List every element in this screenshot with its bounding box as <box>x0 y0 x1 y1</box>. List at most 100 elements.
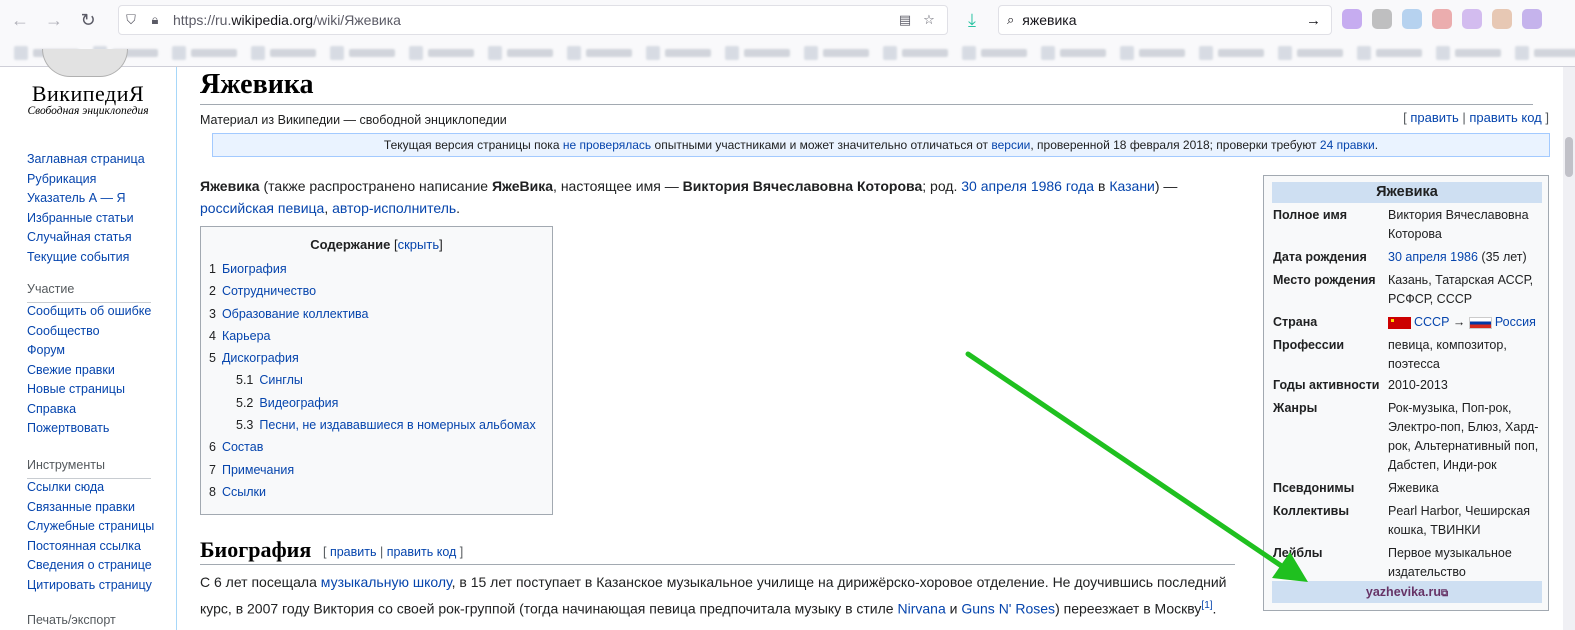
extension-icon[interactable] <box>1402 9 1422 29</box>
bookmark-item[interactable] <box>1120 46 1185 60</box>
bookmark-item[interactable] <box>567 46 632 60</box>
toc-label[interactable]: Дискография <box>222 351 299 365</box>
address-bar[interactable]: ⛉ 🔒︎ https://ru.wikipedia.org/wiki/Яжеви… <box>118 5 948 35</box>
bookmark-item[interactable] <box>725 46 790 60</box>
toc-item[interactable]: 1 Биография <box>201 258 552 280</box>
extension-icon[interactable] <box>1492 9 1512 29</box>
toc-label[interactable]: Примечания <box>222 463 294 477</box>
toc-item[interactable]: 8 Ссылки <box>201 481 552 503</box>
lock-icon[interactable]: 🔒︎ <box>143 12 167 28</box>
extension-icon[interactable] <box>1342 9 1362 29</box>
nav-item[interactable]: Сведения о странице <box>27 556 154 576</box>
search-input[interactable]: яжевика <box>1022 12 1306 28</box>
search-bar[interactable]: ⌕ яжевика → <box>998 5 1332 35</box>
toc-item[interactable]: 6 Состав <box>201 436 552 458</box>
music-school-link[interactable]: музыкальную школу <box>321 574 452 590</box>
birth-year-link[interactable]: 1986 года <box>1031 178 1094 194</box>
toc-label[interactable]: Образование коллектива <box>222 307 369 321</box>
reference-link[interactable]: [1] <box>1201 600 1212 611</box>
toc-item[interactable]: 7 Примечания <box>201 459 552 481</box>
songwriter-link[interactable]: автор-исполнитель <box>332 200 456 216</box>
toc-item[interactable]: 3 Образование коллектива <box>201 303 552 325</box>
nav-item[interactable]: Рубрикация <box>27 170 145 190</box>
guns-n-roses-link[interactable]: Guns N' Roses <box>961 601 1055 617</box>
bookmark-item[interactable] <box>646 46 711 60</box>
nirvana-link[interactable]: Nirvana <box>897 601 945 617</box>
nav-heading[interactable]: Печать/экспорт <box>27 613 116 627</box>
toc-item[interactable]: 5 Дискография <box>201 347 552 369</box>
reader-view-icon[interactable]: ▤ <box>893 12 917 28</box>
toc-item[interactable]: 5.2 Видеография <box>201 392 552 414</box>
toc-label[interactable]: Песни, не издававшиеся в номерных альбом… <box>259 418 535 432</box>
bookmark-item[interactable] <box>804 46 869 60</box>
birth-date-link[interactable]: 30 апреля <box>961 178 1027 194</box>
nav-item[interactable]: Заглавная страница <box>27 150 145 170</box>
go-arrow-icon[interactable]: → <box>1306 12 1321 29</box>
section-edit-link[interactable]: править <box>330 545 377 559</box>
nav-item[interactable]: Форум <box>27 341 151 361</box>
official-website-link[interactable]: yazhevika.ru <box>1366 585 1441 599</box>
version-link[interactable]: версии <box>991 138 1030 152</box>
extension-icon[interactable] <box>1372 9 1392 29</box>
nav-item[interactable]: Сообщить об ошибке <box>27 302 151 322</box>
infobox-value[interactable]: певица, композитор, поэтесса <box>1388 336 1548 374</box>
bookmark-item[interactable] <box>962 46 1027 60</box>
nav-item[interactable]: Сообщество <box>27 322 151 342</box>
russia-link[interactable]: Россия <box>1495 315 1536 329</box>
toc-label[interactable]: Состав <box>222 440 263 454</box>
toc-label[interactable]: Синглы <box>259 373 302 387</box>
toc-label[interactable]: Карьера <box>222 329 271 343</box>
ussr-link[interactable]: СССР <box>1414 315 1449 329</box>
extension-icon[interactable] <box>1432 9 1452 29</box>
bookmark-item[interactable] <box>488 46 553 60</box>
nav-item[interactable]: Новые страницы <box>27 380 151 400</box>
extension-icon[interactable] <box>1522 9 1542 29</box>
bookmark-item[interactable] <box>883 46 948 60</box>
scrollbar[interactable] <box>1563 67 1575 630</box>
pending-edits-link[interactable]: 24 правки <box>1320 138 1375 152</box>
infobox-value[interactable]: Рок-музыка, Поп-рок, Электро-поп, Блюз, … <box>1388 399 1548 475</box>
birth-date-link[interactable]: 30 апреля 1986 <box>1388 250 1478 264</box>
reload-icon[interactable]: ↻ <box>74 6 102 34</box>
toc-label[interactable]: Ссылки <box>222 485 266 499</box>
forward-arrow-icon[interactable]: → <box>40 6 68 34</box>
toc-label[interactable]: Биография <box>222 262 287 276</box>
singer-link[interactable]: российская певица <box>200 200 324 216</box>
unreviewed-link[interactable]: не проверялась <box>563 138 651 152</box>
toc-item[interactable]: 4 Карьера <box>201 325 552 347</box>
bookmark-item[interactable] <box>1436 46 1501 60</box>
toc-label[interactable]: Сотрудничество <box>222 284 316 298</box>
bookmark-item[interactable] <box>1357 46 1422 60</box>
infobox-value[interactable]: 2010-2013 <box>1388 376 1548 395</box>
edit-code-link[interactable]: править код <box>1469 110 1541 125</box>
extension-icon[interactable] <box>1462 9 1482 29</box>
section-edit-code-link[interactable]: править код <box>387 545 457 559</box>
nav-item[interactable]: Постоянная ссылка <box>27 537 154 557</box>
bookmark-item[interactable] <box>172 46 237 60</box>
infobox-value[interactable]: Казань, Татарская АССР, РСФСР, СССР <box>1388 271 1548 309</box>
toc-item[interactable]: 5.3 Песни, не издававшиеся в номерных аль… <box>201 414 552 436</box>
bookmark-item[interactable] <box>1515 46 1575 60</box>
toc-toggle[interactable]: [скрыть] <box>394 237 443 252</box>
bookmark-item[interactable] <box>1278 46 1343 60</box>
edit-link[interactable]: править <box>1410 110 1458 125</box>
bookmark-item[interactable] <box>1041 46 1106 60</box>
nav-item[interactable]: Служебные страницы <box>27 517 154 537</box>
toc-label[interactable]: Видеография <box>259 396 338 410</box>
url-text[interactable]: https://ru.wikipedia.org/wiki/Яжевика <box>173 12 893 28</box>
nav-item[interactable]: Текущие события <box>27 248 145 268</box>
nav-item[interactable]: Избранные статьи <box>27 209 145 229</box>
bookmark-item[interactable] <box>330 46 395 60</box>
shield-icon[interactable]: ⛉ <box>119 12 143 28</box>
wikipedia-globe-logo[interactable] <box>42 49 128 77</box>
nav-item[interactable]: Справка <box>27 400 151 420</box>
nav-item[interactable]: Связанные правки <box>27 498 154 518</box>
bookmark-star-icon[interactable]: ☆ <box>917 12 941 28</box>
nav-item[interactable]: Случайная статья <box>27 228 145 248</box>
bookmark-item[interactable] <box>409 46 474 60</box>
toc-hide-link[interactable]: скрыть <box>398 237 440 252</box>
nav-item[interactable]: Свежие правки <box>27 361 151 381</box>
toc-item[interactable]: 2 Сотрудничество <box>201 280 552 302</box>
nav-item[interactable]: Указатель А — Я <box>27 189 145 209</box>
download-icon[interactable]: ⤓ <box>958 6 986 34</box>
